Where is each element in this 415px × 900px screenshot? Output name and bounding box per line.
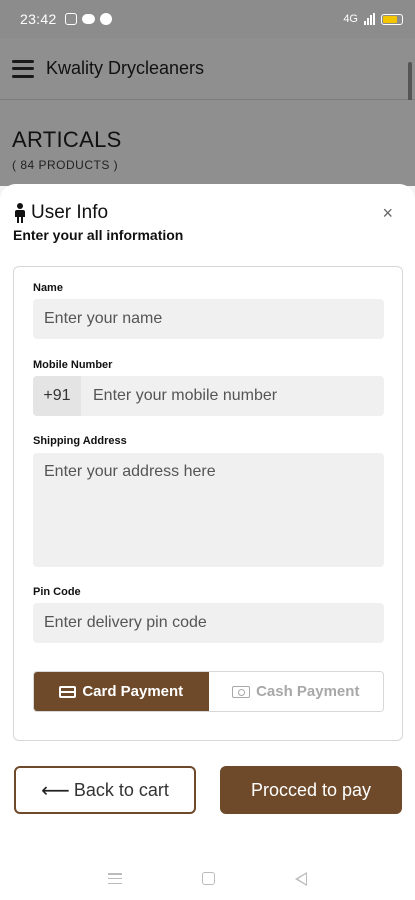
mobile-label: Mobile Number: [33, 359, 113, 371]
person-icon: [13, 203, 27, 223]
cash-payment-button[interactable]: Cash Payment: [208, 672, 383, 711]
mobile-field: +91: [33, 376, 384, 416]
nav-back-icon[interactable]: [295, 871, 307, 886]
status-bar: 23:42 4G: [0, 0, 415, 38]
page-title: ARTICALS: [12, 127, 122, 152]
arrow-left-icon: ⟵: [41, 779, 70, 802]
nav-menu-icon[interactable]: [108, 873, 122, 884]
card-icon: [59, 685, 77, 698]
bluetooth-icon: [99, 13, 112, 25]
pincode-label: Pin Code: [33, 586, 81, 598]
app-bar: Kwality Drycleaners: [0, 38, 415, 100]
network-type: 4G: [343, 13, 358, 25]
app-title: Kwality Drycleaners: [46, 58, 205, 78]
user-info-sheet: User Info Enter your all information × N…: [0, 184, 415, 857]
address-label: Shipping Address: [33, 435, 127, 447]
cash-payment-label: Cash Payment: [256, 683, 360, 700]
menu-icon[interactable]: [12, 59, 34, 78]
system-nav-bar: [0, 857, 415, 900]
pincode-input[interactable]: [33, 603, 384, 643]
card-payment-label: Card Payment: [82, 683, 184, 700]
payment-method-toggle: Card Payment Cash Payment: [33, 671, 384, 712]
back-to-cart-button[interactable]: ⟵ Back to cart: [14, 766, 196, 814]
name-input[interactable]: [33, 299, 384, 339]
instagram-icon: [64, 13, 77, 25]
user-info-form: Name Mobile Number +91 Shipping Address …: [13, 266, 403, 741]
mobile-input[interactable]: [81, 376, 384, 416]
back-to-cart-label: Back to cart: [73, 779, 169, 800]
close-icon[interactable]: ×: [382, 204, 393, 222]
product-count: ( 84 PRODUCTS ): [12, 158, 119, 172]
cloud-icon: [81, 14, 95, 24]
nav-home-icon[interactable]: [202, 872, 215, 885]
card-payment-button[interactable]: Card Payment: [34, 672, 209, 711]
name-label: Name: [33, 282, 63, 294]
proceed-to-pay-button[interactable]: Procced to pay: [220, 766, 402, 814]
cash-icon: [232, 685, 251, 698]
battery-icon: [381, 13, 403, 25]
sheet-subtitle: Enter your all information: [13, 227, 184, 243]
sheet-title: User Info: [31, 202, 109, 223]
country-code: +91: [33, 376, 81, 416]
page-header: ARTICALS ( 84 PRODUCTS ): [0, 100, 415, 186]
address-input[interactable]: [33, 453, 384, 567]
signal-icon: [364, 13, 375, 25]
sheet-header: User Info Enter your all information: [13, 202, 183, 243]
status-time: 23:42: [20, 11, 57, 27]
